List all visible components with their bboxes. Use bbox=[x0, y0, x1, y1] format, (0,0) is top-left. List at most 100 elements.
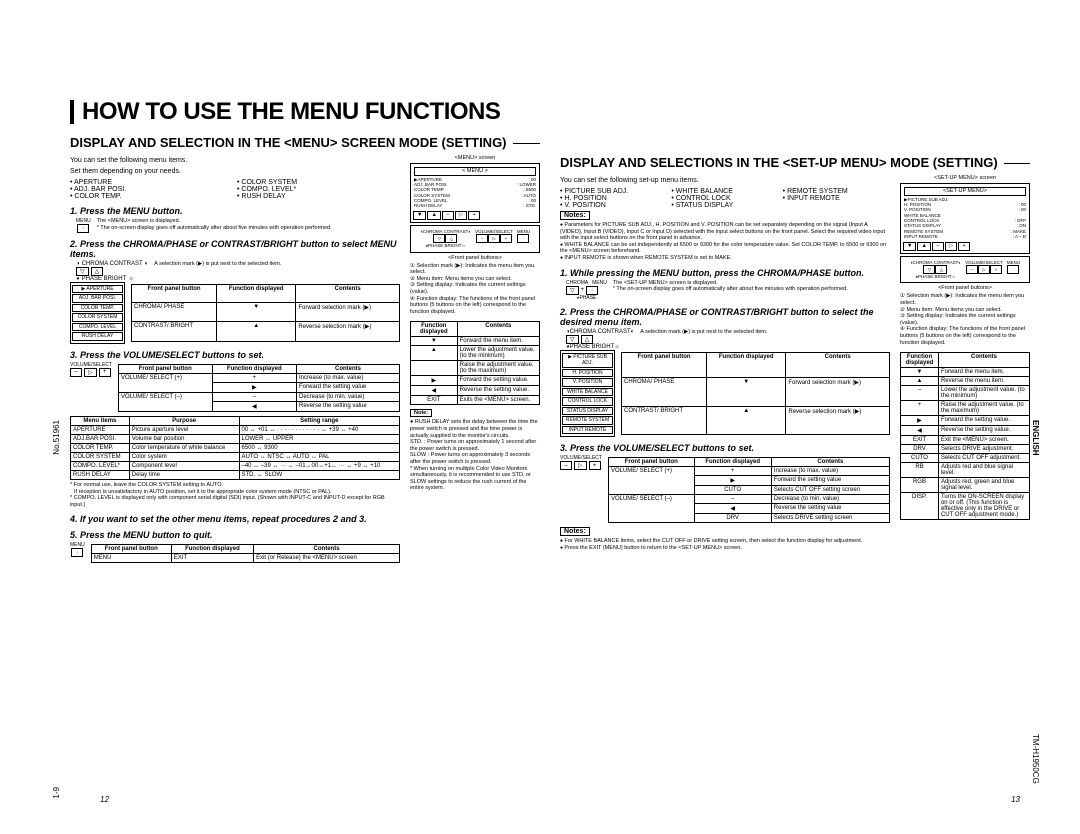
table-row: ▲Lower the adjustment value. (to the min… bbox=[411, 346, 540, 361]
list-item: V. POSITION bbox=[560, 202, 667, 209]
front-panel-caption: <Front panel buttons> bbox=[410, 255, 540, 261]
table-row: VOLUME/ SELECT (–)–Decrease (to min. val… bbox=[608, 495, 889, 504]
page-number-right: 13 bbox=[1011, 795, 1020, 804]
table-row: COLOR TEMP.Color temperature of white ba… bbox=[71, 443, 400, 452]
notes-label: Notes: bbox=[560, 211, 590, 220]
list-item: INPUT REMOTE bbox=[783, 195, 890, 202]
right-mini-menu-box: ▶ PICTURE SUB ADJ. H. POSITION V. POSITI… bbox=[560, 350, 615, 438]
left-intro-1: You can set the following menu items. bbox=[70, 157, 400, 164]
right-section-heading: DISPLAY AND SELECTIONS IN THE <SET-UP ME… bbox=[560, 156, 1030, 171]
setup-screen-diagram: <SET-UP MENU> ▶PICTURE SUB ADJ. H. POSIT… bbox=[900, 183, 1030, 254]
right-step2: 2. Press the CHROMA/PHASE or CONTRAST/BR… bbox=[560, 307, 890, 327]
table-row: ▶Forward the setting value. bbox=[901, 416, 1030, 426]
left-heading-text: DISPLAY AND SELECTION IN THE <MENU> SCRE… bbox=[70, 136, 507, 151]
right-heading-text: DISPLAY AND SELECTIONS IN THE <SET-UP ME… bbox=[560, 156, 998, 171]
table-row: Raise the adjustment value. (to the maxi… bbox=[411, 361, 540, 376]
table-row: –Lower the adjustment value. (to the min… bbox=[901, 386, 1030, 401]
list-item: COMPO. LEVEL* bbox=[237, 186, 400, 193]
table-row: DRVSelects DRIVE adjustment. bbox=[901, 445, 1030, 454]
left-table-1: Front panel buttonFunction displayedCont… bbox=[131, 284, 400, 342]
front-panel-diagram: ◑CHROMA CONTRAST◐▽△◕PHASE BRIGHT☼ VOLUME… bbox=[410, 225, 540, 253]
side-pn: 1-9 bbox=[52, 787, 61, 799]
mini-menu-box: ▶ APERTURE ADJ. BAR POSI. COLOR TEMP. CO… bbox=[70, 282, 125, 344]
menu-button-icon: · bbox=[77, 224, 89, 233]
table-row: VOLUME/ SELECT (+)+Increase (to max. val… bbox=[608, 467, 889, 476]
list-item: H. POSITION bbox=[560, 195, 667, 202]
table-row: CHROMA/ PHASE▼Forward selection mark (▶) bbox=[622, 378, 890, 406]
step1-body: The <MENU> screen is displayed. bbox=[97, 218, 332, 225]
notes-label-2: Notes: bbox=[560, 527, 590, 536]
left-step2: 2. Press the CHROMA/PHASE or CONTRAST/BR… bbox=[70, 239, 400, 259]
right-aside-table: Function displayedContents ▼Forward the … bbox=[900, 352, 1030, 520]
table-row: ▼Forward the menu item. bbox=[901, 368, 1030, 377]
right-step2-lead: A selection mark (▶) is put next to the … bbox=[640, 329, 890, 350]
table-row: ADJ.BAR POSI.Volume bar positionLOWER ↔ … bbox=[71, 434, 400, 443]
right-step3: 3. Press the VOLUME/SELECT buttons to se… bbox=[560, 443, 890, 453]
footnote: * COMPO. LEVEL is displayed only with co… bbox=[70, 495, 400, 508]
note-body: ● RUSH DELAY sets the delay between the … bbox=[410, 419, 540, 492]
page-number-left: 12 bbox=[100, 795, 109, 804]
menu-button-icon: · bbox=[71, 548, 83, 557]
step2-lead: A selection mark (▶) is put next to the … bbox=[154, 261, 400, 282]
table-row: EXITExits the <MENU> screen. bbox=[411, 396, 540, 405]
menu-screen-diagram: < MENU > ▶APERTURE: 00 ADJ. BAR POSI.: L… bbox=[410, 163, 540, 223]
table-row: COMPO. LEVEL*Component level–40 ↔ –39 ↔ … bbox=[71, 461, 400, 470]
footnote: * For normal use, leave the COLOR SYSTEM… bbox=[70, 482, 400, 489]
table-row: +Raise the adjustment value. (to the max… bbox=[901, 401, 1030, 416]
table-row: RGBAdjusts red, green and blue signal le… bbox=[901, 478, 1030, 493]
table-row: RBAdjusts red and blue signal level. bbox=[901, 463, 1030, 478]
left-step1: 1. Press the MENU button. bbox=[70, 206, 400, 216]
right-callout-list: ① Selection mark (▶): Indicates the menu… bbox=[900, 293, 1030, 346]
table-row: CUTOSelects CUT OFF adjustment. bbox=[901, 454, 1030, 463]
side-lang: ENGLISH bbox=[1031, 420, 1040, 456]
left-menu-item-list: APERTURE ADJ. BAR POSI. COLOR TEMP. COLO… bbox=[70, 179, 400, 200]
footnote: If reception is unsatisfactory in AUTO p… bbox=[70, 489, 400, 496]
list-item: COLOR SYSTEM bbox=[237, 179, 400, 186]
table-row: ◀Reverse the setting value. bbox=[901, 426, 1030, 436]
right-intro: You can set the following set-up menu it… bbox=[560, 177, 890, 184]
front-panel-diagram-2: ◑CHROMA CONTRAST◐▽△◕PHASE BRIGHT☼ VOLUME… bbox=[900, 256, 1030, 284]
table-row: CONTRAST/ BRIGHT▲Reverse selection mark … bbox=[622, 406, 890, 434]
list-item: ADJ. BAR POSI. bbox=[70, 186, 233, 193]
table-row: APERTUREPicture aperture level00 ↔ +01 ↔… bbox=[71, 425, 400, 434]
note-label: Note: bbox=[410, 409, 432, 417]
left-step4: 4. If you want to set the other menu ite… bbox=[70, 514, 400, 524]
callout-list: ① Selection mark (▶): Indicates the menu… bbox=[410, 263, 540, 316]
left-intro-2: Set them depending on your needs. bbox=[70, 168, 400, 175]
table-row: CHROMA/ PHASE▼Forward selection mark (▶) bbox=[132, 302, 400, 322]
right-step1: 1. While pressing the MENU button, press… bbox=[560, 268, 890, 278]
left-table-2: Front panel buttonFunction displayedCont… bbox=[118, 364, 400, 412]
right-table-2: Front panel buttonFunction displayedCont… bbox=[608, 457, 890, 523]
list-item: COLOR TEMP. bbox=[70, 193, 233, 200]
table-row: DISP.Turns the ON-SCREEN display on or o… bbox=[901, 493, 1030, 520]
side-number: No.51961 bbox=[52, 420, 61, 455]
table-row: CONTRAST/ BRIGHT▲Reverse selection mark … bbox=[132, 322, 400, 342]
table-row: VOLUME/ SELECT (–)–Decrease (to min. val… bbox=[118, 392, 399, 401]
table-row: ▲Reverse the menu item. bbox=[901, 377, 1030, 386]
left-section-heading: DISPLAY AND SELECTION IN THE <MENU> SCRE… bbox=[70, 136, 540, 151]
list-item: REMOTE SYSTEM bbox=[783, 188, 890, 195]
table-row: EXITExit the <MENU> screen. bbox=[901, 436, 1030, 445]
list-item: CONTROL LOCK bbox=[671, 195, 778, 202]
list-item: STATUS DISPLAY bbox=[671, 202, 778, 209]
right-step1-note: * The on-screen display goes off automat… bbox=[613, 286, 890, 293]
side-model: TM-H1950CG bbox=[1031, 734, 1040, 784]
left-aside-table: Function displayedContents ▼Forward the … bbox=[410, 321, 540, 405]
menu-screen-caption: <MENU> screen bbox=[410, 155, 540, 161]
right-menu-item-list: PICTURE SUB ADJ. H. POSITION V. POSITION… bbox=[560, 188, 890, 209]
list-item: APERTURE bbox=[70, 179, 233, 186]
left-table-3: Menu itemsPurposeSetting range APERTUREP… bbox=[70, 416, 400, 480]
left-step5: 5. Press the MENU button to quit. bbox=[70, 530, 400, 540]
left-table-4: Front panel buttonFunction displayedCont… bbox=[91, 544, 400, 563]
table-row: ◀Reverse the setting value. bbox=[411, 386, 540, 396]
right-notes-2: For WHITE BALANCE items, select the CUT … bbox=[560, 538, 890, 551]
front-panel-caption-2: <Front panel buttons> bbox=[900, 285, 1030, 291]
step1-note: * The on-screen display goes off automat… bbox=[97, 225, 332, 232]
left-step3: 3. Press the VOLUME/SELECT buttons to se… bbox=[70, 350, 400, 360]
right-notes: Parameters for PICTURE SUB ADJ., H. POSI… bbox=[560, 222, 890, 262]
table-row: MENUEXITExit (or Release) the <MENU> scr… bbox=[91, 554, 399, 563]
list-item: RUSH DELAY bbox=[237, 193, 400, 200]
setup-screen-caption: <SET-UP MENU> screen bbox=[900, 175, 1030, 181]
right-table-1: Front panel buttonFunction displayedCont… bbox=[621, 352, 890, 436]
table-row: VOLUME/ SELECT (+)+Increase (to max. val… bbox=[118, 373, 399, 382]
